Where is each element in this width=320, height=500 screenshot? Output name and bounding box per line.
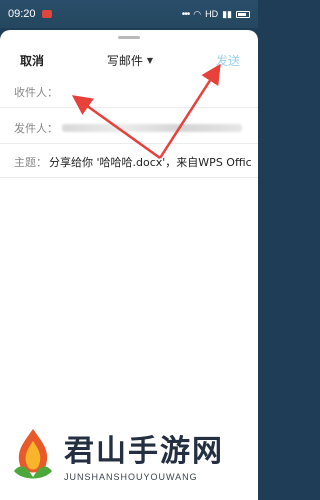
status-time: 09:20 [8,8,36,20]
watermark-subtitle: JUNSHANSHOUYOUWANG [64,472,198,482]
caret-down-icon: ▼ [146,55,154,65]
compose-header: 取消 写邮件 ▼ 发送 [0,44,258,76]
send-button[interactable]: 发送 [216,52,240,69]
sender-address-blurred [62,123,242,132]
subject-value: 分享给你 '哈哈哈.docx'，来自WPS Offic [49,155,252,169]
compose-title: 写邮件 [106,53,143,68]
network-label: HD [205,9,219,19]
status-bar: 09:20 ••• ◠ HD ▮▮ [0,0,258,28]
to-label: 收件人： [14,85,58,99]
signal-icon: ▮▮ [222,8,232,19]
compose-title-menu[interactable]: 写邮件 ▼ [107,52,153,69]
battery-icon [236,10,250,18]
from-label: 发件人： [14,121,58,135]
screen-record-icon [41,10,52,18]
wifi-icon: ◠ [193,8,202,19]
subject-field[interactable]: 主题： 分享给你 '哈哈哈.docx'，来自WPS Offic [0,146,258,178]
drag-handle[interactable] [118,36,140,39]
cancel-button[interactable]: 取消 [20,52,44,69]
to-field[interactable]: 收件人： [0,76,258,108]
watermark-title: 君山手游网 [64,434,224,469]
status-icons: ••• ◠ HD ▮▮ [182,9,250,20]
more-icon: ••• [181,8,190,20]
watermark: 君山手游网 JUNSHANSHOUYOUWANG [0,408,258,500]
flame-logo-icon [10,425,56,483]
subject-label: 主题： [14,155,47,169]
from-field[interactable]: 发件人： [0,112,258,144]
